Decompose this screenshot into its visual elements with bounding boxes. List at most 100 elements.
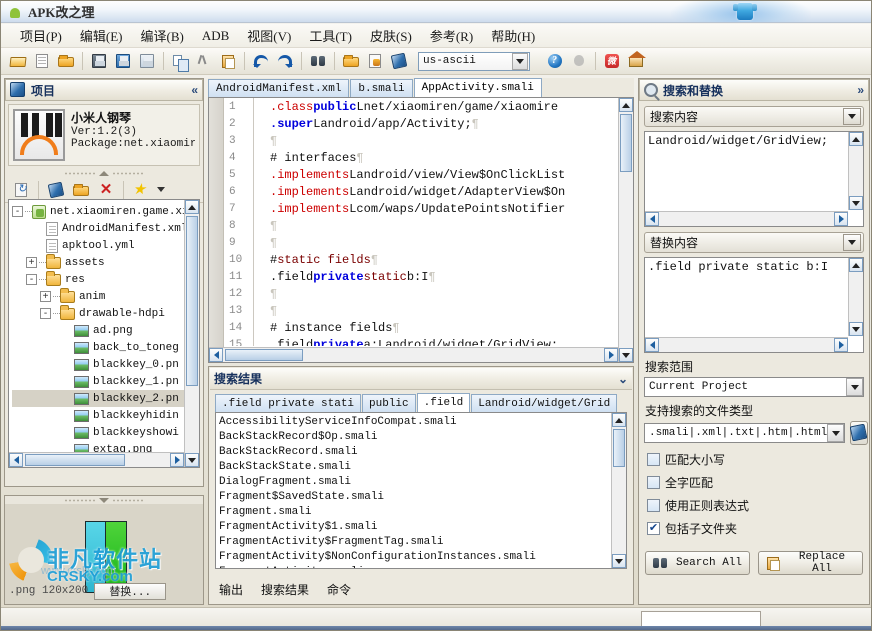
scroll-left-icon[interactable] (645, 338, 659, 352)
scroll-up-icon[interactable] (849, 258, 863, 272)
expand-right-icon[interactable]: » (857, 83, 864, 97)
reload-file-button[interactable] (136, 51, 158, 72)
filetypes-settings-button[interactable] (849, 421, 869, 445)
find-vertical-scrollbar[interactable] (848, 132, 863, 210)
scroll-left-icon[interactable] (645, 212, 659, 226)
tree-node[interactable]: blackkeyhidin (12, 407, 199, 424)
replace-all-button[interactable]: Replace All (758, 551, 863, 575)
chevron-down-icon[interactable]: ⌄ (618, 372, 628, 386)
result-list-item[interactable]: FragmentActivity.smali (219, 565, 623, 568)
find-textarea[interactable]: Landroid/widget/GridView; (644, 131, 864, 227)
find-horizontal-scrollbar[interactable] (645, 211, 848, 226)
copy-button[interactable] (169, 51, 191, 72)
collapse-left-icon[interactable]: « (191, 83, 198, 97)
editor-horizontal-scrollbar[interactable] (209, 347, 618, 362)
whole-word-row[interactable]: 全字匹配 (647, 474, 869, 491)
chevron-down-icon[interactable] (846, 378, 863, 396)
skin-button[interactable] (388, 51, 410, 72)
tree-node[interactable]: + anim (12, 287, 199, 305)
editor-code-area[interactable]: 1 .class public Lnet/xiaomiren/game/xiaom… (225, 98, 617, 346)
project-file-tree[interactable]: - net.xiaomiren.game.xiao AndroidManifest.… (8, 199, 200, 468)
favorites-dropdown-button[interactable] (155, 179, 167, 200)
save-all-button[interactable] (112, 51, 134, 72)
scroll-up-icon[interactable] (619, 98, 633, 112)
tree-node[interactable]: blackkey_1.pn (12, 373, 199, 390)
add-folder-button[interactable] (70, 179, 92, 200)
tree-node[interactable]: AndroidManifest.xml (12, 220, 199, 237)
scroll-right-icon[interactable] (834, 338, 848, 352)
weibo-button[interactable]: 微 (601, 51, 623, 72)
save-button[interactable] (88, 51, 110, 72)
scroll-thumb[interactable] (186, 216, 198, 386)
paste-button[interactable] (217, 51, 239, 72)
tree-node[interactable]: - net.xiaomiren.game.xiao (12, 203, 199, 220)
result-tab[interactable]: .field private stati (215, 394, 362, 412)
replace-horizontal-scrollbar[interactable] (645, 337, 848, 352)
scroll-thumb[interactable] (225, 349, 303, 361)
scroll-thumb[interactable] (620, 114, 632, 172)
favorites-button[interactable]: ★ (130, 179, 152, 200)
build-apk-button[interactable] (340, 51, 362, 72)
scroll-down-icon[interactable] (185, 453, 199, 467)
home-button[interactable] (625, 51, 647, 72)
scroll-up-icon[interactable] (185, 200, 199, 214)
include-subfolders-checkbox[interactable]: ✔ (647, 522, 660, 535)
result-file-list[interactable]: AccessibilityServiceInfoCompat.smali Back… (215, 412, 627, 569)
tree-node[interactable]: blackkey_2.pn (12, 390, 199, 407)
new-project-button[interactable] (31, 51, 53, 72)
menu-edit[interactable]: 编辑(E) (71, 24, 132, 47)
help-button[interactable]: ? (544, 51, 566, 72)
match-case-checkbox[interactable] (647, 453, 660, 466)
editor-tab[interactable]: AndroidManifest.xml (208, 79, 350, 97)
editor-tab[interactable]: AppActivity.smali (413, 78, 542, 97)
collapse-node-icon[interactable]: - (12, 206, 23, 217)
use-regex-row[interactable]: 使用正则表达式 (647, 497, 869, 514)
scroll-right-icon[interactable] (604, 348, 618, 362)
scroll-down-icon[interactable] (619, 348, 633, 362)
result-list-item[interactable]: FragmentActivity$NonConfigurationInstanc… (219, 550, 623, 565)
panel-splitter-handle[interactable] (5, 169, 203, 177)
tree-node[interactable]: - res (12, 270, 199, 288)
result-tab[interactable]: public (362, 394, 416, 412)
tab-output[interactable]: 输出 (219, 581, 243, 598)
replace-vertical-scrollbar[interactable] (848, 258, 863, 336)
find-button[interactable] (307, 51, 329, 72)
tree-node[interactable]: apktool.yml (12, 237, 199, 254)
scroll-down-icon[interactable] (849, 322, 863, 336)
expand-node-icon[interactable]: + (40, 291, 51, 302)
use-regex-checkbox[interactable] (647, 499, 660, 512)
encoding-select[interactable]: us-ascii (418, 51, 530, 71)
scroll-right-icon[interactable] (834, 212, 848, 226)
menu-skin[interactable]: 皮肤(S) (361, 24, 421, 47)
result-list-item[interactable]: BackStackRecord$Op.smali (219, 430, 623, 445)
scroll-up-icon[interactable] (849, 132, 863, 146)
collapse-node-icon[interactable]: - (40, 308, 51, 319)
result-list-item[interactable]: FragmentActivity$FragmentTag.smali (219, 535, 623, 550)
expand-node-icon[interactable]: + (26, 257, 37, 268)
replace-textarea[interactable]: .field private static b:I (644, 257, 864, 353)
tree-node[interactable]: ad.png (12, 322, 199, 339)
editor-tab[interactable]: b.smali (350, 79, 413, 97)
result-list-item[interactable]: AccessibilityServiceInfoCompat.smali (219, 415, 623, 430)
menu-adb[interactable]: ADB (193, 26, 238, 46)
refresh-project-button[interactable] (10, 179, 32, 200)
tree-node[interactable]: blackkeyshowi (12, 424, 199, 441)
chevron-down-icon[interactable] (512, 52, 528, 70)
tree-horizontal-scrollbar[interactable] (9, 452, 184, 467)
chevron-down-icon[interactable] (843, 234, 861, 251)
tree-node[interactable]: + assets (12, 253, 199, 271)
scroll-thumb[interactable] (613, 429, 625, 467)
scroll-left-icon[interactable] (209, 348, 223, 362)
include-subfolders-row[interactable]: ✔ 包括子文件夹 (647, 520, 869, 537)
replace-combo[interactable]: 替换内容 (644, 232, 864, 253)
result-list-item[interactable]: BackStackRecord.smali (219, 445, 623, 460)
search-all-button[interactable]: Search All (645, 551, 750, 575)
debug-button[interactable] (568, 51, 590, 72)
scroll-right-icon[interactable] (170, 453, 184, 467)
tree-node[interactable]: back_to_toneg (12, 339, 199, 356)
tree-vertical-scrollbar[interactable] (184, 200, 199, 467)
menu-reference[interactable]: 参考(R) (421, 24, 482, 47)
menu-project[interactable]: 项目(P) (11, 24, 71, 47)
scroll-down-icon[interactable] (612, 554, 626, 568)
match-case-row[interactable]: 匹配大小写 (647, 451, 869, 468)
